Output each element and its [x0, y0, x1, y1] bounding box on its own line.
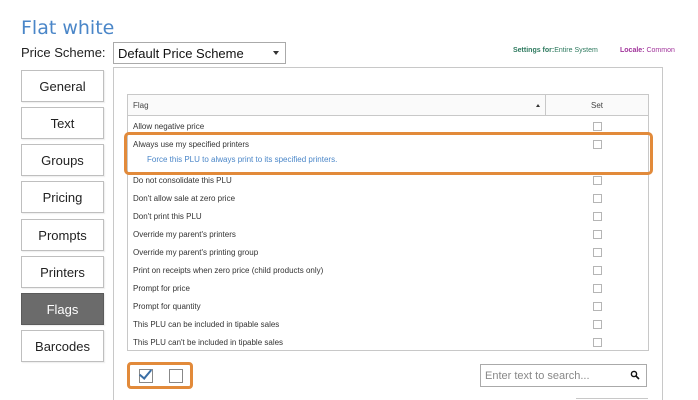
tab-general[interactable]: General: [21, 70, 104, 102]
flag-row[interactable]: Prompt for quantity: [128, 297, 648, 315]
flag-row[interactable]: Override my parent's printing group: [128, 243, 648, 261]
flag-checkbox[interactable]: [593, 194, 602, 203]
flag-label: Prompt for quantity: [133, 302, 201, 311]
settings-for-label: Settings for:: [513, 47, 555, 54]
sort-ascending-icon[interactable]: [536, 104, 540, 107]
flag-row[interactable]: Print on receipts when zero price (child…: [128, 261, 648, 279]
flag-checkbox[interactable]: [593, 266, 602, 275]
tab-text[interactable]: Text: [21, 107, 104, 139]
tab-groups[interactable]: Groups: [21, 144, 104, 176]
flag-row[interactable]: This PLU can't be included in tipable sa…: [128, 333, 648, 351]
flag-row[interactable]: Don't allow sale at zero price: [128, 189, 648, 207]
check-all-checkbox[interactable]: [138, 366, 153, 383]
page-title: Flat white: [21, 17, 115, 39]
flag-label: Don't print this PLU: [133, 212, 202, 221]
flag-label: Override my parent's printing group: [133, 248, 259, 257]
flag-row[interactable]: This PLU can be included in tipable sale…: [128, 315, 648, 333]
flag-label: Print on receipts when zero price (child…: [133, 266, 324, 275]
search-input[interactable]: [481, 365, 621, 386]
flag-label: Do not consolidate this PLU: [133, 176, 232, 185]
flag-label: This PLU can be included in tipable sale…: [133, 320, 280, 329]
flag-checkbox[interactable]: [593, 122, 602, 131]
flag-label: Override my parent's printers: [133, 230, 236, 239]
flag-row[interactable]: Override my parent's printers: [128, 225, 648, 243]
flag-label: Prompt for price: [133, 284, 190, 293]
flag-row[interactable]: Prompt for price: [128, 279, 648, 297]
flag-checkbox[interactable]: [593, 230, 602, 239]
tab-barcodes[interactable]: Barcodes: [21, 330, 104, 362]
flag-label: Don't allow sale at zero price: [133, 194, 236, 203]
column-header-flag[interactable]: Flag: [133, 101, 149, 110]
column-header-set[interactable]: Set: [546, 101, 648, 110]
locale: Locale: Common: [620, 47, 675, 54]
flag-checkbox[interactable]: [593, 284, 602, 293]
tab-flags[interactable]: Flags: [21, 293, 104, 325]
flag-checkbox[interactable]: [593, 212, 602, 221]
settings-for-value: Entire System: [554, 47, 598, 54]
checkmark-icon: [138, 366, 153, 380]
flag-checkbox[interactable]: [593, 248, 602, 257]
grid-header: Flag Set: [128, 95, 648, 116]
search-box[interactable]: [480, 364, 647, 387]
price-scheme-select[interactable]: Default Price Scheme: [113, 42, 286, 64]
flag-label: This PLU can't be included in tipable sa…: [133, 338, 284, 347]
flag-label: Allow negative price: [133, 122, 205, 131]
locale-value: Common: [646, 47, 675, 54]
uncheck-all-checkbox[interactable]: [169, 369, 183, 383]
flag-checkbox[interactable]: [593, 302, 602, 311]
flag-checkbox[interactable]: [593, 338, 602, 347]
flag-checkbox[interactable]: [593, 176, 602, 185]
tab-pricing[interactable]: Pricing: [21, 181, 104, 213]
flag-row[interactable]: Don't print this PLU: [128, 207, 648, 225]
locale-label: Locale:: [620, 47, 645, 54]
tab-prompts[interactable]: Prompts: [21, 219, 104, 251]
flag-checkbox[interactable]: [593, 320, 602, 329]
price-scheme-label: Price Scheme:: [21, 45, 106, 60]
magnifier-icon[interactable]: [630, 370, 640, 380]
highlight-selected-row: [124, 132, 653, 175]
tab-printers[interactable]: Printers: [21, 256, 104, 288]
chevron-down-icon: [273, 51, 279, 55]
price-scheme-value: Default Price Scheme: [118, 46, 244, 61]
select-all-controls: [127, 362, 193, 389]
settings-for: Settings for:Entire System: [513, 47, 598, 54]
divider: [576, 398, 648, 399]
